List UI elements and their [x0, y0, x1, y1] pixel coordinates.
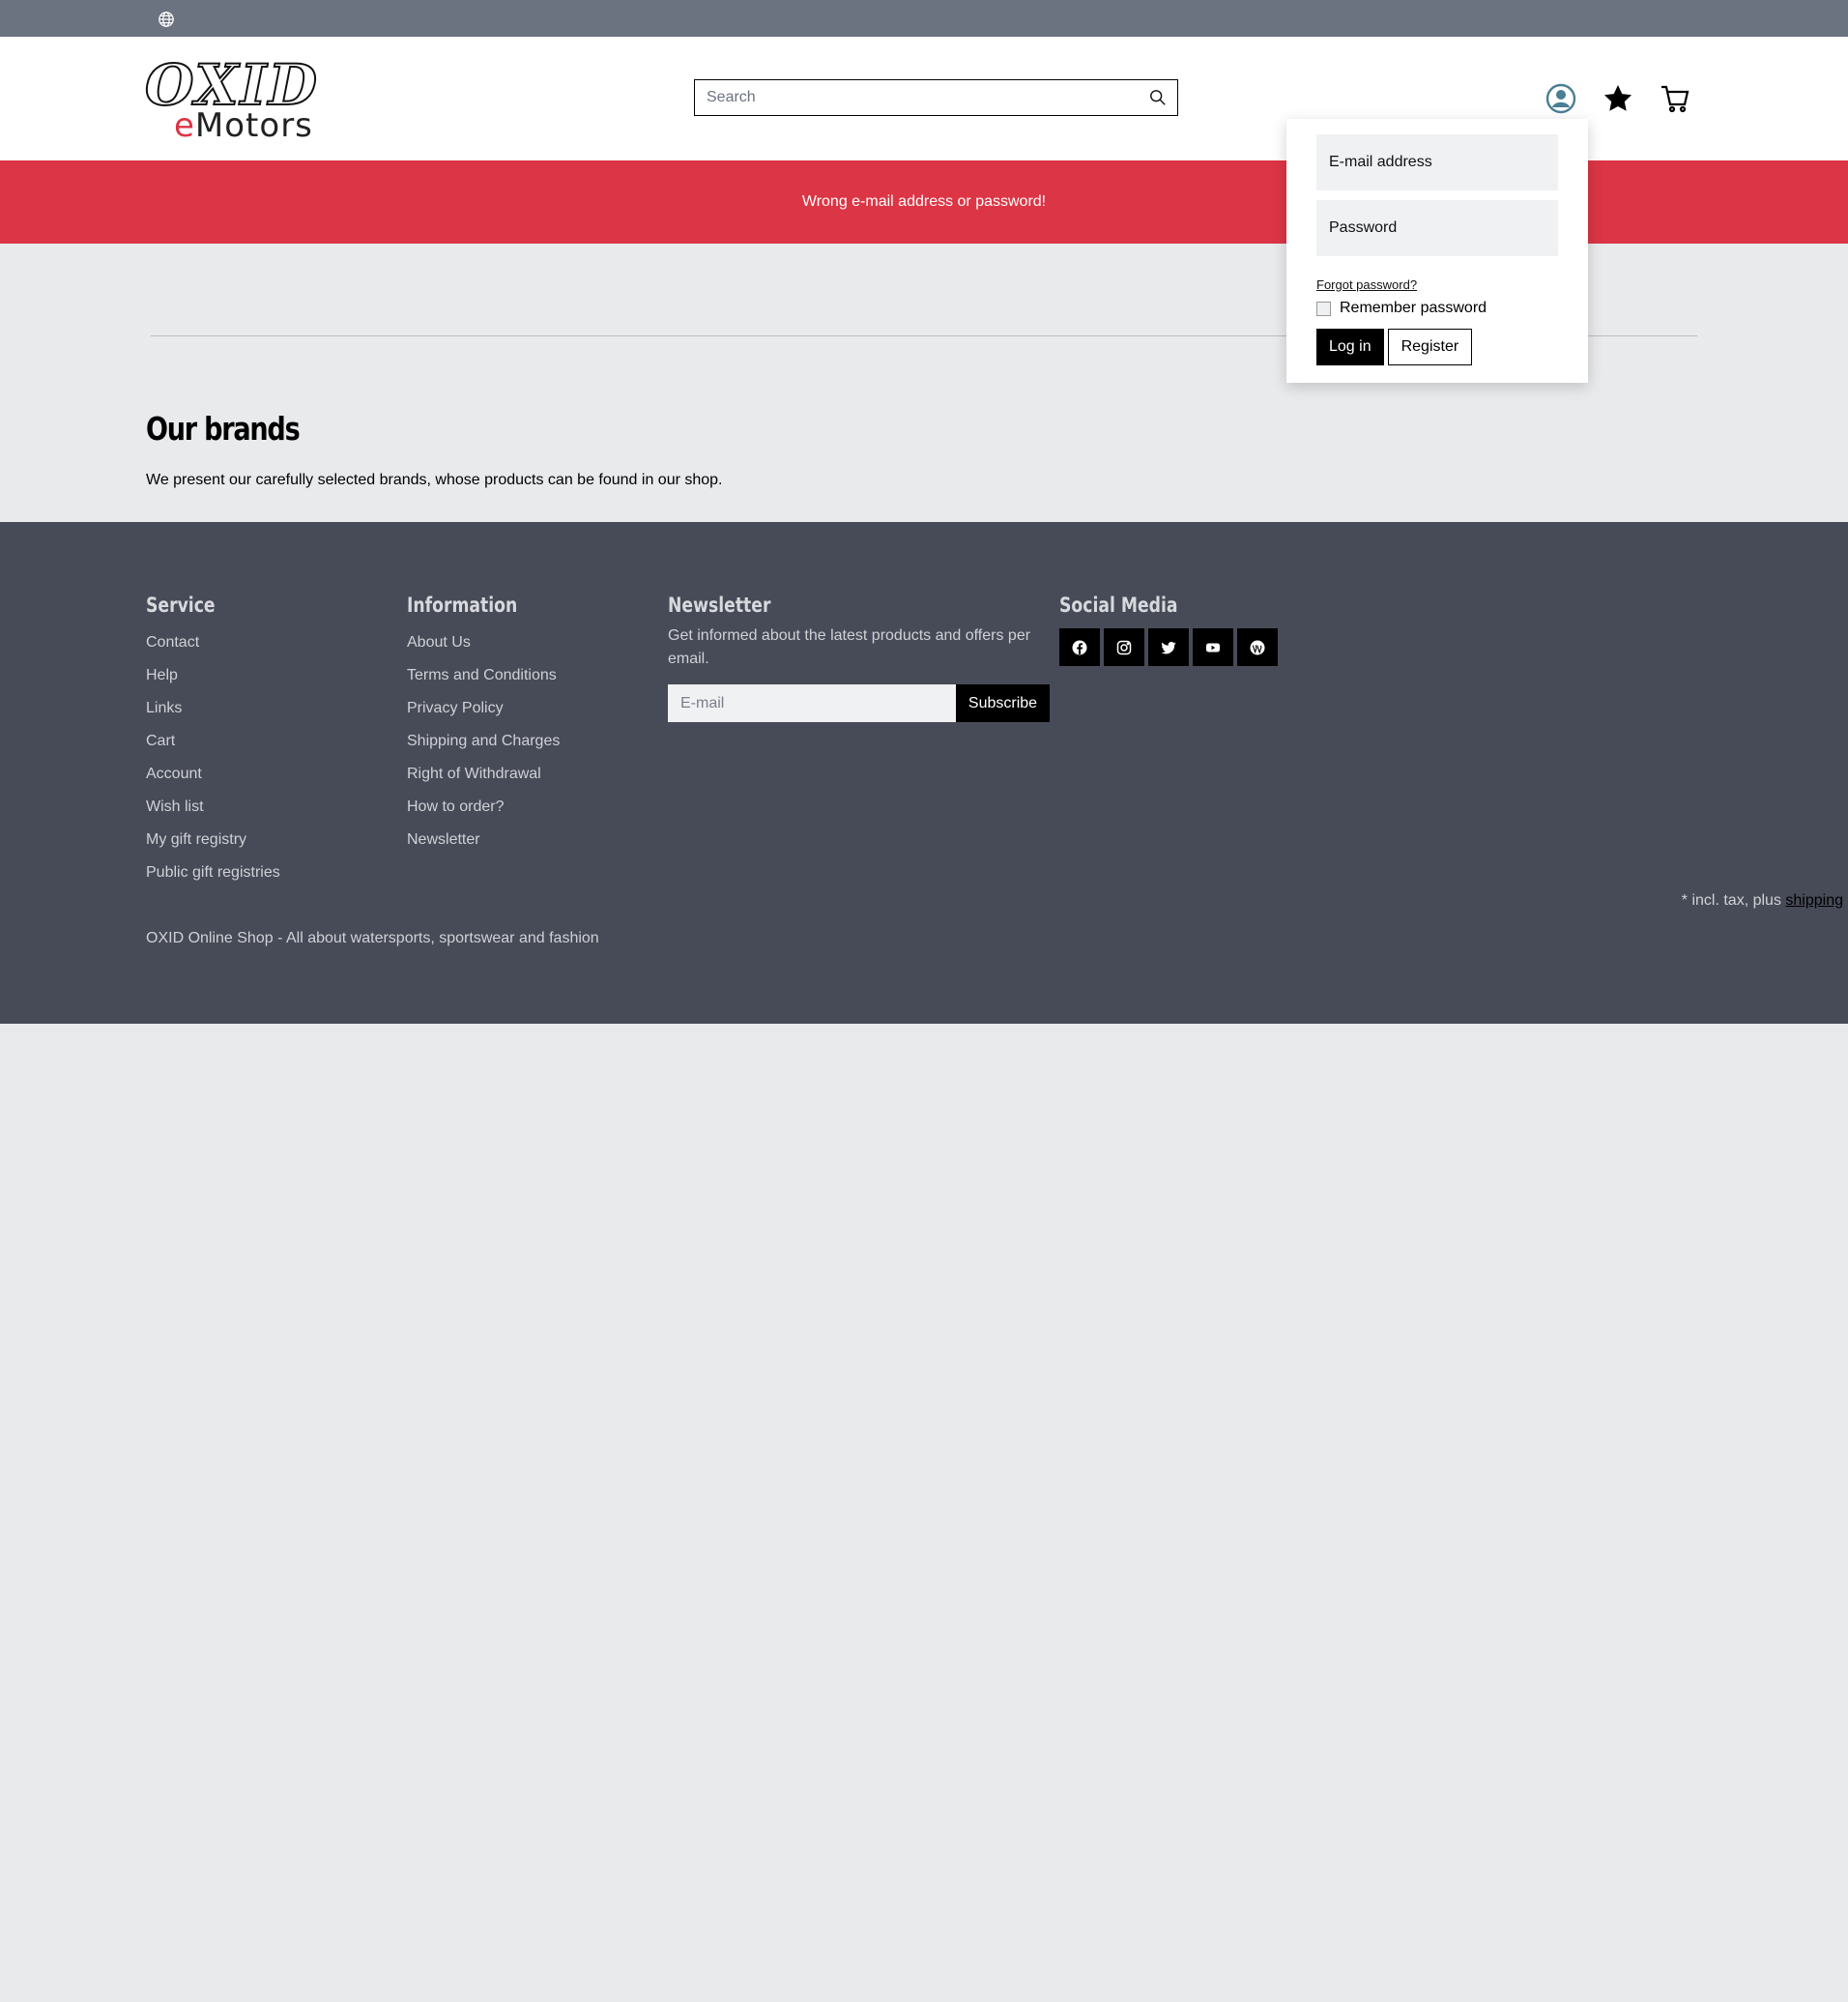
footer-social-title: Social Media [1059, 594, 1178, 617]
youtube-icon[interactable] [1193, 628, 1233, 666]
tax-note-text: * incl. tax, plus [1681, 892, 1781, 909]
footer-link-terms[interactable]: Terms and Conditions [407, 659, 560, 692]
subscribe-button[interactable]: Subscribe [956, 684, 1050, 722]
login-buttons: Log in Register [1316, 329, 1558, 365]
register-button[interactable]: Register [1387, 329, 1473, 365]
remember-password-label: Remember password [1340, 300, 1487, 316]
social-links [1059, 628, 1278, 666]
search-icon[interactable] [1139, 80, 1177, 115]
footer-link-privacy[interactable]: Privacy Policy [407, 692, 560, 725]
star-icon[interactable] [1599, 79, 1637, 118]
page-title: Our brands [146, 410, 301, 448]
shipping-link[interactable]: shipping [1785, 892, 1843, 909]
site-footer: Service Contact Help Links Cart Account … [0, 522, 1848, 1024]
footer-link-gift-registry[interactable]: My gift registry [146, 824, 280, 856]
footer-link-public-gift-registries[interactable]: Public gift registries [146, 856, 280, 889]
search-box [694, 79, 1178, 116]
login-button[interactable]: Log in [1316, 329, 1384, 365]
cart-icon[interactable] [1656, 79, 1694, 118]
footer-service: Service Contact Help Links Cart Account … [146, 592, 280, 889]
tax-note: * incl. tax, plus shipping [1682, 892, 1843, 910]
newsletter-text: Get informed about the latest products a… [668, 627, 1031, 667]
footer-link-cart[interactable]: Cart [146, 725, 280, 758]
password-field[interactable] [1316, 200, 1558, 256]
footer-link-about-us[interactable]: About Us [407, 626, 560, 659]
footer-link-newsletter[interactable]: Newsletter [407, 824, 560, 856]
globe-icon[interactable] [157, 10, 176, 29]
footer-service-title: Service [146, 594, 216, 617]
top-bar [0, 0, 1848, 37]
user-icon[interactable] [1542, 79, 1580, 118]
footer-link-links[interactable]: Links [146, 692, 280, 725]
footer-information-title: Information [407, 594, 518, 617]
facebook-icon[interactable] [1059, 628, 1100, 666]
footer-link-wish-list[interactable]: Wish list [146, 791, 280, 824]
wordpress-icon[interactable] [1237, 628, 1278, 666]
instagram-icon[interactable] [1104, 628, 1144, 666]
copyright-text: OXID Online Shop - All about watersports… [146, 930, 599, 946]
email-field[interactable] [1316, 134, 1558, 190]
footer-newsletter: Newsletter Get informed about the latest… [668, 592, 1054, 722]
footer-link-help[interactable]: Help [146, 659, 280, 692]
newsletter-email-input[interactable] [668, 684, 956, 722]
shop-logo[interactable]: OXID eMotors [144, 53, 342, 145]
twitter-icon[interactable] [1148, 628, 1189, 666]
footer-newsletter-title: Newsletter [668, 594, 771, 617]
newsletter-form: Subscribe [668, 684, 1054, 722]
logo-text-bottom: eMotors [174, 106, 313, 145]
page-description: We present our carefully selected brands… [146, 472, 723, 488]
remember-password-checkbox[interactable] [1316, 301, 1331, 316]
forgot-password-link[interactable]: Forgot password? [1316, 277, 1417, 292]
footer-link-how-to-order[interactable]: How to order? [407, 791, 560, 824]
footer-link-contact[interactable]: Contact [146, 626, 280, 659]
remember-password: Remember password [1316, 300, 1558, 317]
error-message: Wrong e-mail address or password! [801, 193, 1047, 210]
footer-social: Social Media [1059, 592, 1278, 666]
footer-link-account[interactable]: Account [146, 758, 280, 791]
login-dropdown: Forgot password? Remember password Log i… [1286, 119, 1588, 383]
footer-link-withdrawal[interactable]: Right of Withdrawal [407, 758, 560, 791]
footer-link-shipping[interactable]: Shipping and Charges [407, 725, 560, 758]
search-input[interactable] [695, 80, 1139, 115]
footer-information: Information About Us Terms and Condition… [407, 592, 560, 856]
